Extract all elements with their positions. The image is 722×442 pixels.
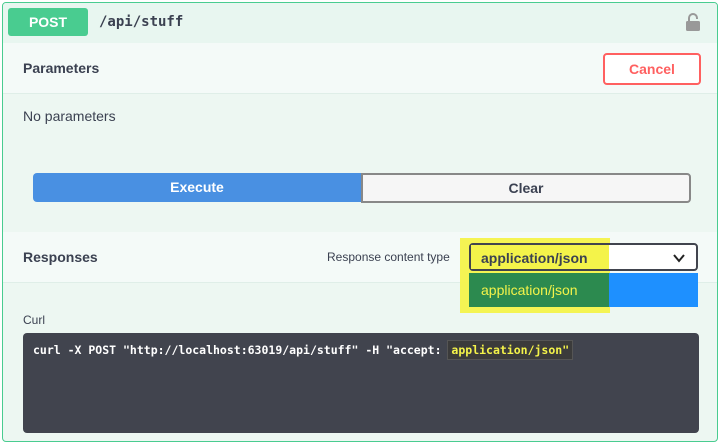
curl-command-highlight: application/json" — [447, 340, 574, 360]
operation-block: POST /api/stuff Parameters Cancel No par… — [2, 2, 718, 442]
operation-summary[interactable]: POST /api/stuff — [3, 3, 717, 44]
curl-code-block: curl -X POST "http://localhost:63019/api… — [23, 333, 699, 433]
parameters-header: Parameters Cancel — [3, 43, 717, 94]
selected-content-type: application/json — [481, 250, 588, 266]
curl-label: Curl — [23, 313, 46, 327]
curl-command-prefix: curl -X POST "http://localhost:63019/api… — [33, 343, 449, 357]
clear-button[interactable]: Clear — [361, 173, 691, 203]
lock-icon[interactable] — [685, 12, 701, 32]
no-parameters-text: No parameters — [23, 108, 116, 124]
execute-button[interactable]: Execute — [33, 173, 361, 202]
response-content-type-label: Response content type — [327, 250, 450, 264]
content-type-select[interactable]: application/json — [469, 243, 698, 271]
endpoint-path: /api/stuff — [99, 14, 184, 30]
cancel-button[interactable]: Cancel — [603, 53, 701, 85]
responses-title: Responses — [23, 249, 98, 265]
dropdown-option-application-json[interactable]: application/json — [469, 273, 609, 307]
chevron-down-icon — [673, 254, 685, 263]
curl-command: curl -X POST "http://localhost:63019/api… — [33, 340, 574, 360]
content-type-dropdown: application/json — [469, 273, 698, 307]
parameters-title: Parameters — [23, 60, 100, 76]
method-badge: POST — [8, 8, 88, 36]
